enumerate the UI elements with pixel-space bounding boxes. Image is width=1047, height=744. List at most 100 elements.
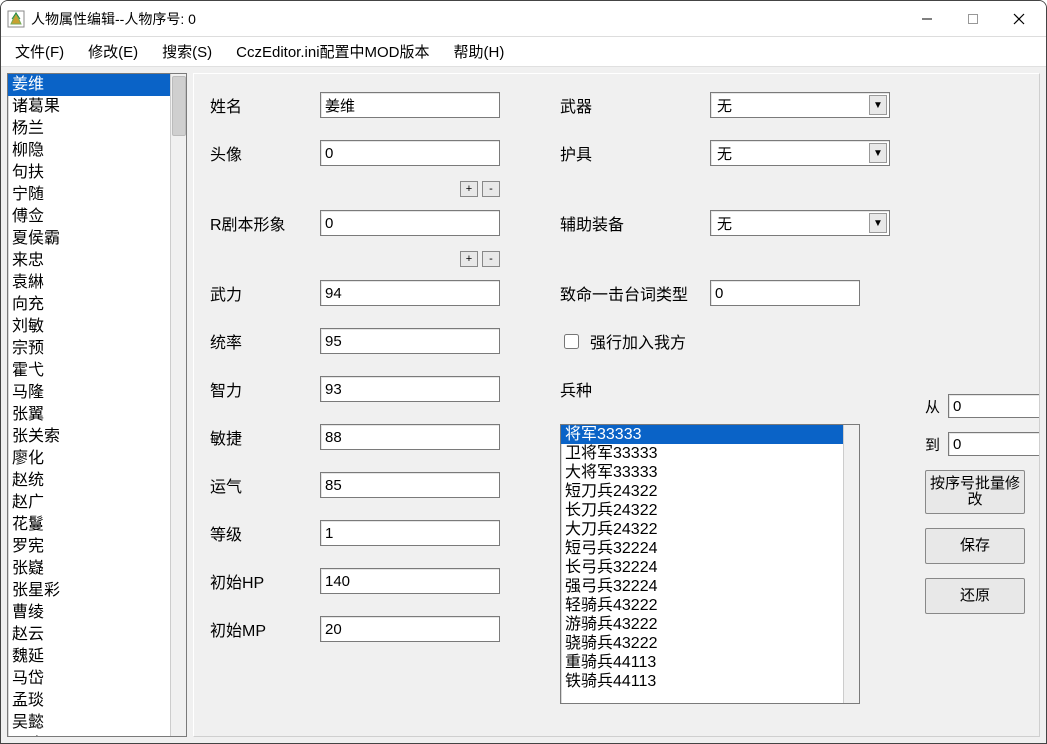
troop-list-item[interactable]: 铁骑兵44113 <box>561 672 843 691</box>
scrollbar[interactable] <box>843 425 859 703</box>
batch-edit-button[interactable]: 按序号批量修改 <box>925 470 1025 514</box>
rscript-input[interactable] <box>320 210 500 236</box>
troop-list-item[interactable]: 大刀兵24322 <box>561 520 843 539</box>
character-list-item[interactable]: 马隆 <box>8 382 170 404</box>
command-input[interactable] <box>320 328 500 354</box>
main-panel: 姓名 武器 无 ▼ 头像 护具 无 ▼ + - <box>193 73 1040 737</box>
character-list-item[interactable]: 向充 <box>8 294 170 316</box>
character-list-item[interactable]: 赵广 <box>8 492 170 514</box>
label-troop: 兵种 <box>560 377 890 401</box>
weapon-select[interactable]: 无 ▼ <box>710 92 890 118</box>
troop-list-item[interactable]: 短刀兵24322 <box>561 482 843 501</box>
portrait-plus-button[interactable]: + <box>460 181 478 197</box>
app-window: 人物属性编辑--人物序号: 0 文件(F) 修改(E) 搜索(S) CczEdi… <box>0 0 1047 744</box>
character-list-item[interactable]: 廖化 <box>8 448 170 470</box>
character-list-item[interactable]: 曹绫 <box>8 602 170 624</box>
label-armor: 护具 <box>560 141 700 165</box>
minimize-button[interactable] <box>904 4 950 34</box>
titlebar-left: 人物属性编辑--人物序号: 0 <box>7 9 196 29</box>
character-list-item[interactable]: 花鬘 <box>8 514 170 536</box>
troop-list-item[interactable]: 大将军33333 <box>561 463 843 482</box>
label-initmp: 初始MP <box>210 617 310 641</box>
to-input[interactable] <box>948 432 1040 456</box>
force-input[interactable] <box>320 280 500 306</box>
label-inithp: 初始HP <box>210 569 310 593</box>
troop-list-item[interactable]: 卫将军33333 <box>561 444 843 463</box>
character-list-item[interactable]: 张翼 <box>8 404 170 426</box>
scroll-thumb[interactable] <box>172 76 186 136</box>
character-list-item[interactable]: 魏延 <box>8 646 170 668</box>
character-list[interactable]: 姜维诸葛果杨兰柳隐句扶宁随傅佥夏侯霸来忠袁綝向充刘敏宗预霍弋马隆张翼张关索廖化赵… <box>7 73 187 737</box>
troop-list-item[interactable]: 重骑兵44113 <box>561 653 843 672</box>
character-list-item[interactable]: 张星彩 <box>8 580 170 602</box>
armor-select[interactable]: 无 ▼ <box>710 140 890 166</box>
character-list-item[interactable]: 姜维 <box>8 74 170 96</box>
menu-config[interactable]: CczEditor.ini配置中MOD版本 <box>236 41 429 62</box>
chevron-down-icon: ▼ <box>869 213 887 233</box>
inithp-input[interactable] <box>320 568 500 594</box>
character-list-item[interactable]: 霍弋 <box>8 360 170 382</box>
character-list-item[interactable]: 张嶷 <box>8 558 170 580</box>
character-list-item[interactable]: 马岱 <box>8 668 170 690</box>
character-list-item[interactable]: 杨兰 <box>8 118 170 140</box>
intel-input[interactable] <box>320 376 500 402</box>
menu-file[interactable]: 文件(F) <box>15 41 64 62</box>
scrollbar[interactable] <box>170 74 186 736</box>
label-command: 统率 <box>210 329 310 353</box>
label-portrait: 头像 <box>210 141 310 165</box>
character-list-item[interactable]: 夏侯霸 <box>8 228 170 250</box>
chevron-down-icon: ▼ <box>869 143 887 163</box>
character-list-item[interactable]: 傅佥 <box>8 206 170 228</box>
portrait-input[interactable] <box>320 140 500 166</box>
close-button[interactable] <box>996 4 1042 34</box>
portrait-minus-button[interactable]: - <box>482 181 500 197</box>
troop-list-item[interactable]: 长刀兵24322 <box>561 501 843 520</box>
character-list-item[interactable]: 张关索 <box>8 426 170 448</box>
character-list-item[interactable]: 来忠 <box>8 250 170 272</box>
save-button[interactable]: 保存 <box>925 528 1025 564</box>
character-list-item[interactable]: 宁随 <box>8 184 170 206</box>
troop-list-item[interactable]: 长弓兵32224 <box>561 558 843 577</box>
troop-list[interactable]: 将军33333卫将军33333大将军33333短刀兵24322长刀兵24322大… <box>560 424 860 704</box>
name-input[interactable] <box>320 92 500 118</box>
maximize-button[interactable] <box>950 4 996 34</box>
troop-list-item[interactable]: 将军33333 <box>561 425 843 444</box>
window-title: 人物属性编辑--人物序号: 0 <box>31 9 196 29</box>
troop-list-item[interactable]: 短弓兵32224 <box>561 539 843 558</box>
agility-input[interactable] <box>320 424 500 450</box>
character-list-item[interactable]: 柳隐 <box>8 140 170 162</box>
troop-list-item[interactable]: 轻骑兵43222 <box>561 596 843 615</box>
character-list-item[interactable]: 吴懿 <box>8 712 170 734</box>
body: 姜维诸葛果杨兰柳隐句扶宁随傅佥夏侯霸来忠袁綝向充刘敏宗预霍弋马隆张翼张关索廖化赵… <box>1 67 1046 743</box>
label-critline: 致命一击台词类型 <box>560 281 700 305</box>
level-input[interactable] <box>320 520 500 546</box>
troop-list-item[interactable]: 骁骑兵43222 <box>561 634 843 653</box>
initmp-input[interactable] <box>320 616 500 642</box>
menu-search[interactable]: 搜索(S) <box>162 41 212 62</box>
character-list-item[interactable]: 袁綝 <box>8 272 170 294</box>
menubar: 文件(F) 修改(E) 搜索(S) CczEditor.ini配置中MOD版本 … <box>1 37 1046 67</box>
troop-list-item[interactable]: 游骑兵43222 <box>561 615 843 634</box>
label-forcejoin: 强行加入我方 <box>590 329 686 353</box>
menu-edit[interactable]: 修改(E) <box>88 41 138 62</box>
from-input[interactable] <box>948 394 1040 418</box>
character-list-item[interactable]: 刘敏 <box>8 316 170 338</box>
revert-button[interactable]: 还原 <box>925 578 1025 614</box>
critline-input[interactable] <box>710 280 860 306</box>
character-list-item[interactable]: 赵云 <box>8 624 170 646</box>
menu-help[interactable]: 帮助(H) <box>454 41 505 62</box>
troop-list-item[interactable]: 强弓兵32224 <box>561 577 843 596</box>
rscript-plus-button[interactable]: + <box>460 251 478 267</box>
character-list-item[interactable]: 诸葛果 <box>8 96 170 118</box>
rscript-minus-button[interactable]: - <box>482 251 500 267</box>
character-list-item[interactable]: 吴班 <box>8 734 170 736</box>
character-list-item[interactable]: 孟琰 <box>8 690 170 712</box>
character-list-item[interactable]: 赵统 <box>8 470 170 492</box>
forcejoin-checkbox[interactable] <box>564 334 579 349</box>
luck-input[interactable] <box>320 472 500 498</box>
character-list-item[interactable]: 宗预 <box>8 338 170 360</box>
character-list-item[interactable]: 罗宪 <box>8 536 170 558</box>
character-list-item[interactable]: 句扶 <box>8 162 170 184</box>
label-weapon: 武器 <box>560 93 700 117</box>
accessory-select[interactable]: 无 ▼ <box>710 210 890 236</box>
